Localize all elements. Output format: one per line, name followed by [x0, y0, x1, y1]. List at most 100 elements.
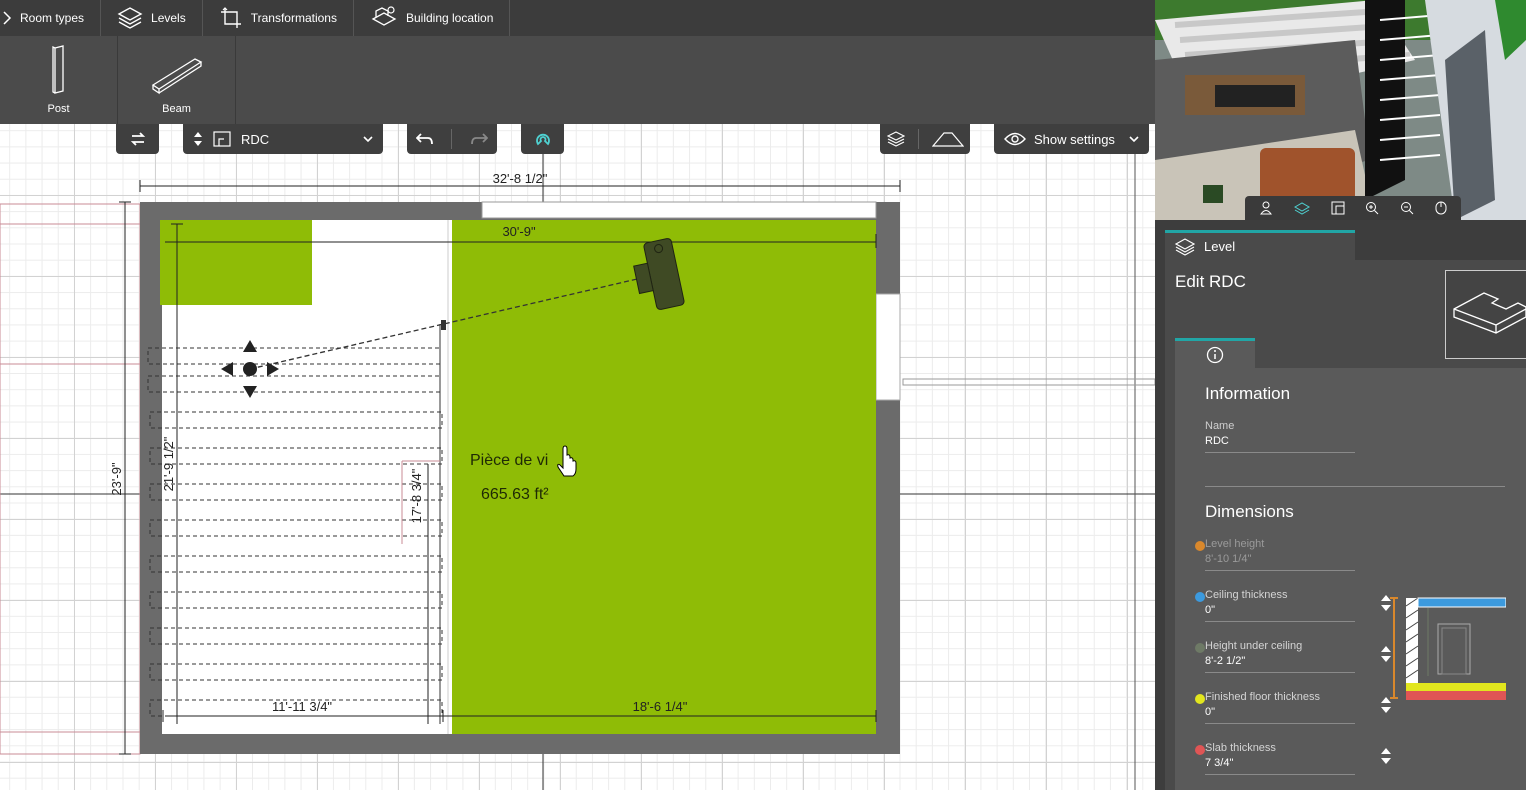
info-tab[interactable] — [1175, 338, 1255, 368]
floor-plan-canvas[interactable]: 32'-8 1/2" 30'-9" 23'-9" 21'-9 1/2" 17'-… — [0, 124, 1155, 790]
zoom-in-icon[interactable] — [1365, 201, 1379, 215]
tool-palette: Post Beam — [0, 36, 1155, 124]
person-icon[interactable] — [1259, 201, 1273, 215]
ceiling-thickness-value[interactable]: 0" — [1205, 604, 1355, 622]
divider — [917, 129, 919, 149]
show-settings-button[interactable]: Show settings — [994, 124, 1149, 154]
information-title: Information — [1205, 384, 1291, 403]
level-select-value: RDC — [241, 131, 270, 147]
panel-tab-level[interactable]: Level — [1165, 230, 1355, 260]
levels-view-icon[interactable] — [886, 131, 905, 147]
info-icon — [1206, 346, 1224, 363]
levels-icon — [1175, 237, 1195, 256]
slab-thickness-value[interactable]: 7 3/4" — [1205, 757, 1355, 775]
levels-icon — [117, 7, 143, 29]
level-height-field: Level height 8'-10 1/4" — [1195, 538, 1355, 571]
beam-tool[interactable]: Beam — [118, 36, 236, 124]
tab-levels[interactable]: Levels — [101, 0, 203, 36]
tab-room-types[interactable]: Room types — [0, 0, 102, 36]
name-label: Name — [1205, 420, 1235, 432]
finished-floor-thickness-label: Finished floor thickness — [1205, 691, 1320, 703]
edit-title: Edit RDC — [1175, 272, 1246, 291]
magnet-snap-button[interactable] — [521, 124, 564, 154]
tab-label: Levels — [151, 11, 186, 25]
redo-icon[interactable] — [470, 133, 489, 145]
updown-arrows-icon[interactable] — [193, 130, 203, 148]
info-section: Information Name RDC Dimensions Level he… — [1175, 368, 1526, 790]
dimensions-title: Dimensions — [1205, 502, 1294, 521]
slab-thickness-label: Slab thickness — [1205, 742, 1276, 754]
level-height-label: Level height — [1205, 538, 1265, 550]
level-section-diagram — [1390, 597, 1506, 700]
mouse-icon[interactable] — [1435, 201, 1447, 215]
transform-icon — [220, 7, 241, 28]
dim-bottom-left-label: 11'-11 3/4" — [272, 699, 332, 714]
properties-panel: Level Edit RDC Information Name RDC Dime… — [1155, 220, 1526, 790]
room-small[interactable] — [160, 220, 312, 305]
finished-floor-thickness-value[interactable]: 0" — [1205, 706, 1355, 724]
tool-label: Post — [47, 103, 70, 115]
room-name-label[interactable]: Pièce de vi — [470, 452, 548, 469]
post-tool[interactable]: Post — [0, 36, 118, 124]
tab-label: Transformations — [250, 11, 337, 25]
dim-top-label: 32'-8 1/2" — [493, 171, 548, 186]
ceiling-thickness-field[interactable]: Ceiling thickness 0" — [1195, 589, 1391, 622]
tab-building-location[interactable]: Building location — [354, 0, 511, 36]
name-value[interactable]: RDC — [1205, 435, 1355, 452]
tab-transformations[interactable]: Transformations — [203, 0, 354, 36]
level-height-value: 8'-10 1/4" — [1205, 553, 1355, 571]
divider — [1205, 486, 1505, 487]
camera-target[interactable] — [441, 320, 446, 330]
name-field[interactable]: Name RDC — [1205, 420, 1355, 453]
3d-view-toolbar — [1245, 196, 1461, 220]
beam-icon — [151, 58, 202, 95]
zoom-out-icon[interactable] — [1400, 201, 1414, 215]
dim-stair-label: 17'-8 3/4" — [409, 468, 424, 523]
top-opening — [481, 201, 877, 219]
color-dot — [1195, 694, 1205, 704]
3d-viewport[interactable] — [1155, 0, 1526, 220]
roof-icon[interactable] — [931, 131, 964, 147]
level-selector[interactable]: RDC — [183, 124, 383, 154]
tool-label: Beam — [162, 103, 191, 115]
room-area-label: 665.63 ft² — [481, 486, 549, 503]
dim-left-inner-label: 21'-9 1/2" — [161, 436, 176, 491]
tab-label: Building location — [405, 11, 494, 25]
building-location-icon — [371, 6, 397, 26]
stepper-icon[interactable] — [1380, 746, 1392, 766]
chevron-down-icon — [1129, 135, 1139, 142]
eye-icon — [1004, 132, 1026, 146]
chevron-down-icon — [363, 135, 373, 142]
undo-icon[interactable] — [415, 133, 434, 145]
panel-tab-label: Level — [1204, 239, 1236, 254]
dim-bottom-right-label: 18'-6 1/4" — [633, 699, 688, 714]
window[interactable] — [875, 293, 901, 401]
swap-view-button[interactable] — [116, 124, 159, 154]
swap-icon — [130, 132, 145, 146]
level-3d-icon — [1453, 292, 1526, 334]
panel-body: Edit RDC Information Name RDC Dimensions — [1165, 260, 1526, 790]
color-dot — [1195, 592, 1205, 602]
finished-floor-thickness-field[interactable]: Finished floor thickness 0" — [1195, 691, 1391, 724]
window-extension — [902, 378, 1155, 386]
3d-render — [1155, 0, 1526, 220]
color-dot — [1195, 643, 1205, 653]
height-under-ceiling-value[interactable]: 8'-2 1/2" — [1205, 655, 1355, 673]
slab-thickness-field[interactable]: Slab thickness 7 3/4" — [1195, 742, 1391, 775]
magnet-icon — [535, 133, 550, 146]
top-tab-bar: Room types Levels Transformations Buildi… — [0, 0, 1155, 36]
tab-label: Room types — [20, 11, 85, 25]
orbit-icon[interactable] — [1293, 201, 1310, 215]
dim-inner-top-label: 30'-9" — [502, 224, 536, 239]
divider — [451, 129, 453, 149]
app-window: Room types Levels Transformations Buildi… — [0, 0, 1526, 790]
undo-redo-group — [407, 124, 497, 154]
plan-icon[interactable] — [1331, 201, 1345, 215]
post-icon — [51, 45, 64, 94]
floor-plan[interactable]: 32'-8 1/2" 30'-9" 23'-9" 21'-9 1/2" 17'-… — [0, 124, 1155, 790]
height-under-ceiling-label: Height under ceiling — [1205, 640, 1303, 652]
level-thumbnail — [1445, 270, 1526, 359]
height-under-ceiling-field[interactable]: Height under ceiling 8'-2 1/2" — [1195, 640, 1391, 673]
chevron-right-icon — [3, 11, 12, 25]
color-dot — [1195, 541, 1205, 551]
